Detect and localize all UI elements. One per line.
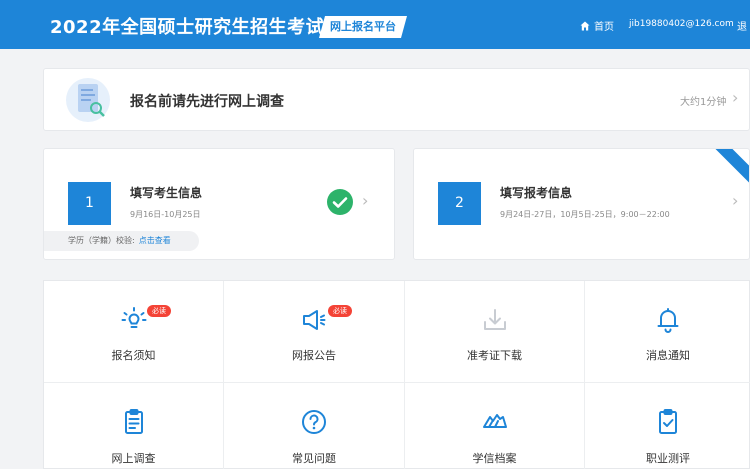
must-read-badge: 必读 [328,305,352,317]
chevron-right-icon: › [732,88,739,107]
check-circle-icon [327,189,353,215]
step-card-personal-info[interactable]: 1 填写考生信息 9月16日-10月25日 › 学历（学籍）校验: 点击查看 [43,148,395,260]
tile-online-survey[interactable]: 网上调查 [44,383,224,469]
tile-label: 网报公告 [292,349,336,362]
step-title: 填写报考信息 [500,186,573,200]
user-email: jib19880402@126.com [629,19,734,29]
chevron-right-icon: › [362,191,369,210]
megaphone-icon [303,310,326,330]
must-read-badge: 必读 [147,305,171,317]
nav-home-link[interactable]: 首页 [580,18,614,33]
step-number: 2 [438,182,481,225]
tile-label: 报名须知 [111,349,156,362]
survey-card[interactable]: 报名前请先进行网上调查 大约1分钟 › [43,68,750,131]
survey-illustration-icon [66,78,110,122]
clipboard-check-icon [659,409,677,434]
bell-icon [657,308,679,333]
chevron-right-icon: › [732,191,739,210]
step-card-application-info[interactable]: 2 填写报考信息 9月24日-27日，10月5日-25日，9:00－22:00 … [413,148,750,260]
tile-online-announcement[interactable]: 必读 网报公告 [224,281,405,383]
tile-label: 消息通知 [646,349,690,362]
corner-ribbon [707,149,749,190]
tile-label: 常见问题 [292,452,336,465]
step-dates: 9月24日-27日，10月5日-25日，9:00－22:00 [500,210,670,219]
clipboard-icon [124,409,143,434]
top-header: 2022年全国硕士研究生招生考试 网上报名平台 首页 jib19880402@1… [0,0,750,49]
home-icon [580,21,590,30]
tile-message-notice[interactable]: 消息通知 [585,281,750,383]
tile-academic-archive[interactable]: 学信档案 [405,383,585,469]
tile-faq[interactable]: 常见问题 [224,383,405,469]
verify-label: 学历（学籍）校验: [68,236,135,245]
app-title: 2022年全国硕士研究生招生考试 [50,17,325,38]
survey-time-estimate: 大约1分钟 [680,97,727,108]
tile-label: 准考证下载 [467,349,522,362]
wings-icon [482,414,507,428]
download-icon [483,309,506,330]
question-icon [302,410,326,434]
platform-badge: 网上报名平台 [319,16,407,38]
survey-title: 报名前请先进行网上调查 [130,94,284,110]
nav-home-label: 首页 [594,22,614,33]
step-number: 1 [68,182,111,225]
verify-pill: 学历（学籍）校验: 点击查看 [44,231,199,251]
tile-career-assessment[interactable]: 职业测评 [585,383,750,469]
step-dates: 9月16日-10月25日 [130,210,201,219]
lightbulb-icon [121,307,146,328]
logout-link[interactable]: 退 [737,18,747,33]
tile-registration-notice[interactable]: 必读 报名须知 [44,281,224,383]
verify-link[interactable]: 点击查看 [139,236,171,245]
tile-admission-ticket-download[interactable]: 准考证下载 [405,281,585,383]
tile-label: 职业测评 [646,452,690,465]
function-grid: 必读 报名须知 必读 网报公告 准考证下载 消息通知 网上调查 常见问题 学信档… [43,280,750,469]
tile-label: 学信档案 [472,452,517,465]
step-title: 填写考生信息 [130,186,203,200]
tile-label: 网上调查 [111,452,156,465]
